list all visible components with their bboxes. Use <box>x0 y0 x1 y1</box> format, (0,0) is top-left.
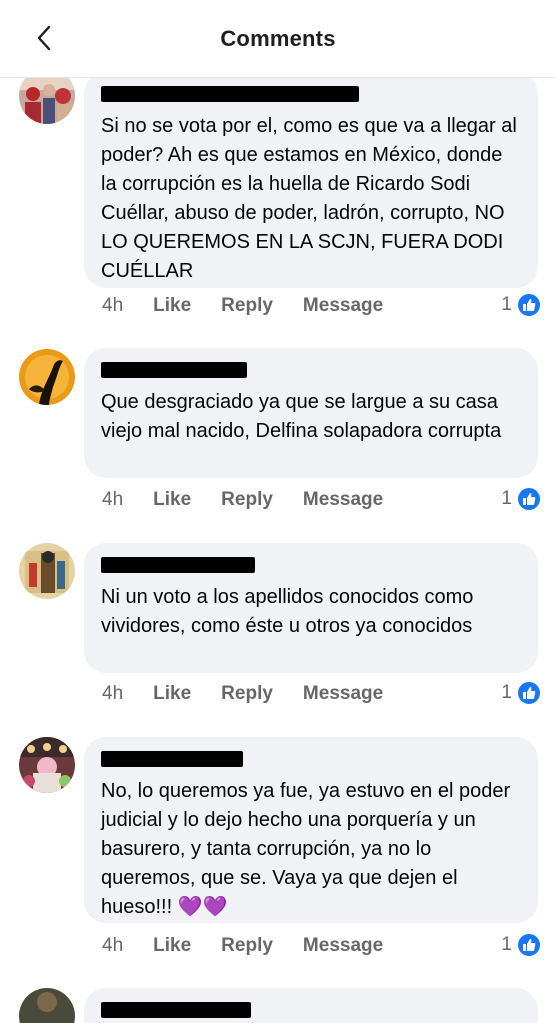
message-button[interactable]: Message <box>303 935 383 957</box>
reaction-summary[interactable]: 1 <box>501 292 542 318</box>
redacted-author-name[interactable] <box>101 362 247 378</box>
comment-bubble: Ni un voto a los apellidos conocidos com… <box>84 543 538 673</box>
page-title: Comments <box>220 25 336 51</box>
comment-text-body: No, lo queremos ya fue, ya estuvo en el … <box>101 780 511 918</box>
comment-bubble <box>84 988 538 1023</box>
comment-text: Si no se vota por el, como es que va a l… <box>101 115 517 282</box>
like-button[interactable]: Like <box>153 489 191 511</box>
comment-timestamp: 4h <box>102 935 124 956</box>
reaction-count: 1 <box>501 488 512 509</box>
reply-button[interactable]: Reply <box>221 683 273 705</box>
thumbs-up-icon <box>516 932 542 958</box>
reaction-summary[interactable]: 1 <box>501 932 542 958</box>
comment-actions: 4h Like Reply Message 1 <box>102 680 542 708</box>
comment-bubble: Que desgraciado ya que se largue a su ca… <box>84 348 538 478</box>
comment-actions: 4h Like Reply Message 1 <box>102 486 542 514</box>
reaction-count: 1 <box>501 294 512 315</box>
message-button[interactable]: Message <box>303 295 383 317</box>
comments-header: Comments <box>0 0 556 78</box>
redacted-author-name[interactable] <box>101 557 255 573</box>
avatar[interactable] <box>19 349 75 405</box>
comment-timestamp: 4h <box>102 489 124 510</box>
message-button[interactable]: Message <box>303 683 383 705</box>
redacted-author-name[interactable] <box>101 86 359 102</box>
reaction-count: 1 <box>501 682 512 703</box>
comment-actions: 4h Like Reply Message 1 <box>102 292 542 320</box>
chevron-left-icon <box>37 25 51 51</box>
reply-button[interactable]: Reply <box>221 295 273 317</box>
avatar[interactable] <box>19 988 75 1023</box>
avatar[interactable] <box>19 543 75 599</box>
comment-timestamp: 4h <box>102 683 124 704</box>
redacted-author-name[interactable] <box>101 751 243 767</box>
back-button[interactable] <box>26 20 62 56</box>
reaction-summary[interactable]: 1 <box>501 680 542 706</box>
like-button[interactable]: Like <box>153 935 191 957</box>
message-button[interactable]: Message <box>303 489 383 511</box>
thumbs-up-icon <box>516 680 542 706</box>
like-button[interactable]: Like <box>153 295 191 317</box>
reaction-count: 1 <box>501 934 512 955</box>
redacted-author-name[interactable] <box>101 1002 251 1018</box>
comment-text: Ni un voto a los apellidos conocidos com… <box>101 586 474 637</box>
comment-actions: 4h Like Reply Message 1 <box>102 932 542 960</box>
reply-button[interactable]: Reply <box>221 489 273 511</box>
comment-bubble: No, lo queremos ya fue, ya estuvo en el … <box>84 737 538 923</box>
thumbs-up-icon <box>516 292 542 318</box>
comment-text: No, lo queremos ya fue, ya estuvo en el … <box>101 777 520 922</box>
reaction-summary[interactable]: 1 <box>501 486 542 512</box>
comment-text: Que desgraciado ya que se largue a su ca… <box>101 391 502 442</box>
comment-bubble: Si no se vota por el, como es que va a l… <box>84 72 538 288</box>
avatar[interactable] <box>19 737 75 793</box>
like-button[interactable]: Like <box>153 683 191 705</box>
purple-heart-emoji: 💜💜 <box>177 896 228 918</box>
comment-timestamp: 4h <box>102 295 124 316</box>
thumbs-up-icon <box>516 486 542 512</box>
reply-button[interactable]: Reply <box>221 935 273 957</box>
